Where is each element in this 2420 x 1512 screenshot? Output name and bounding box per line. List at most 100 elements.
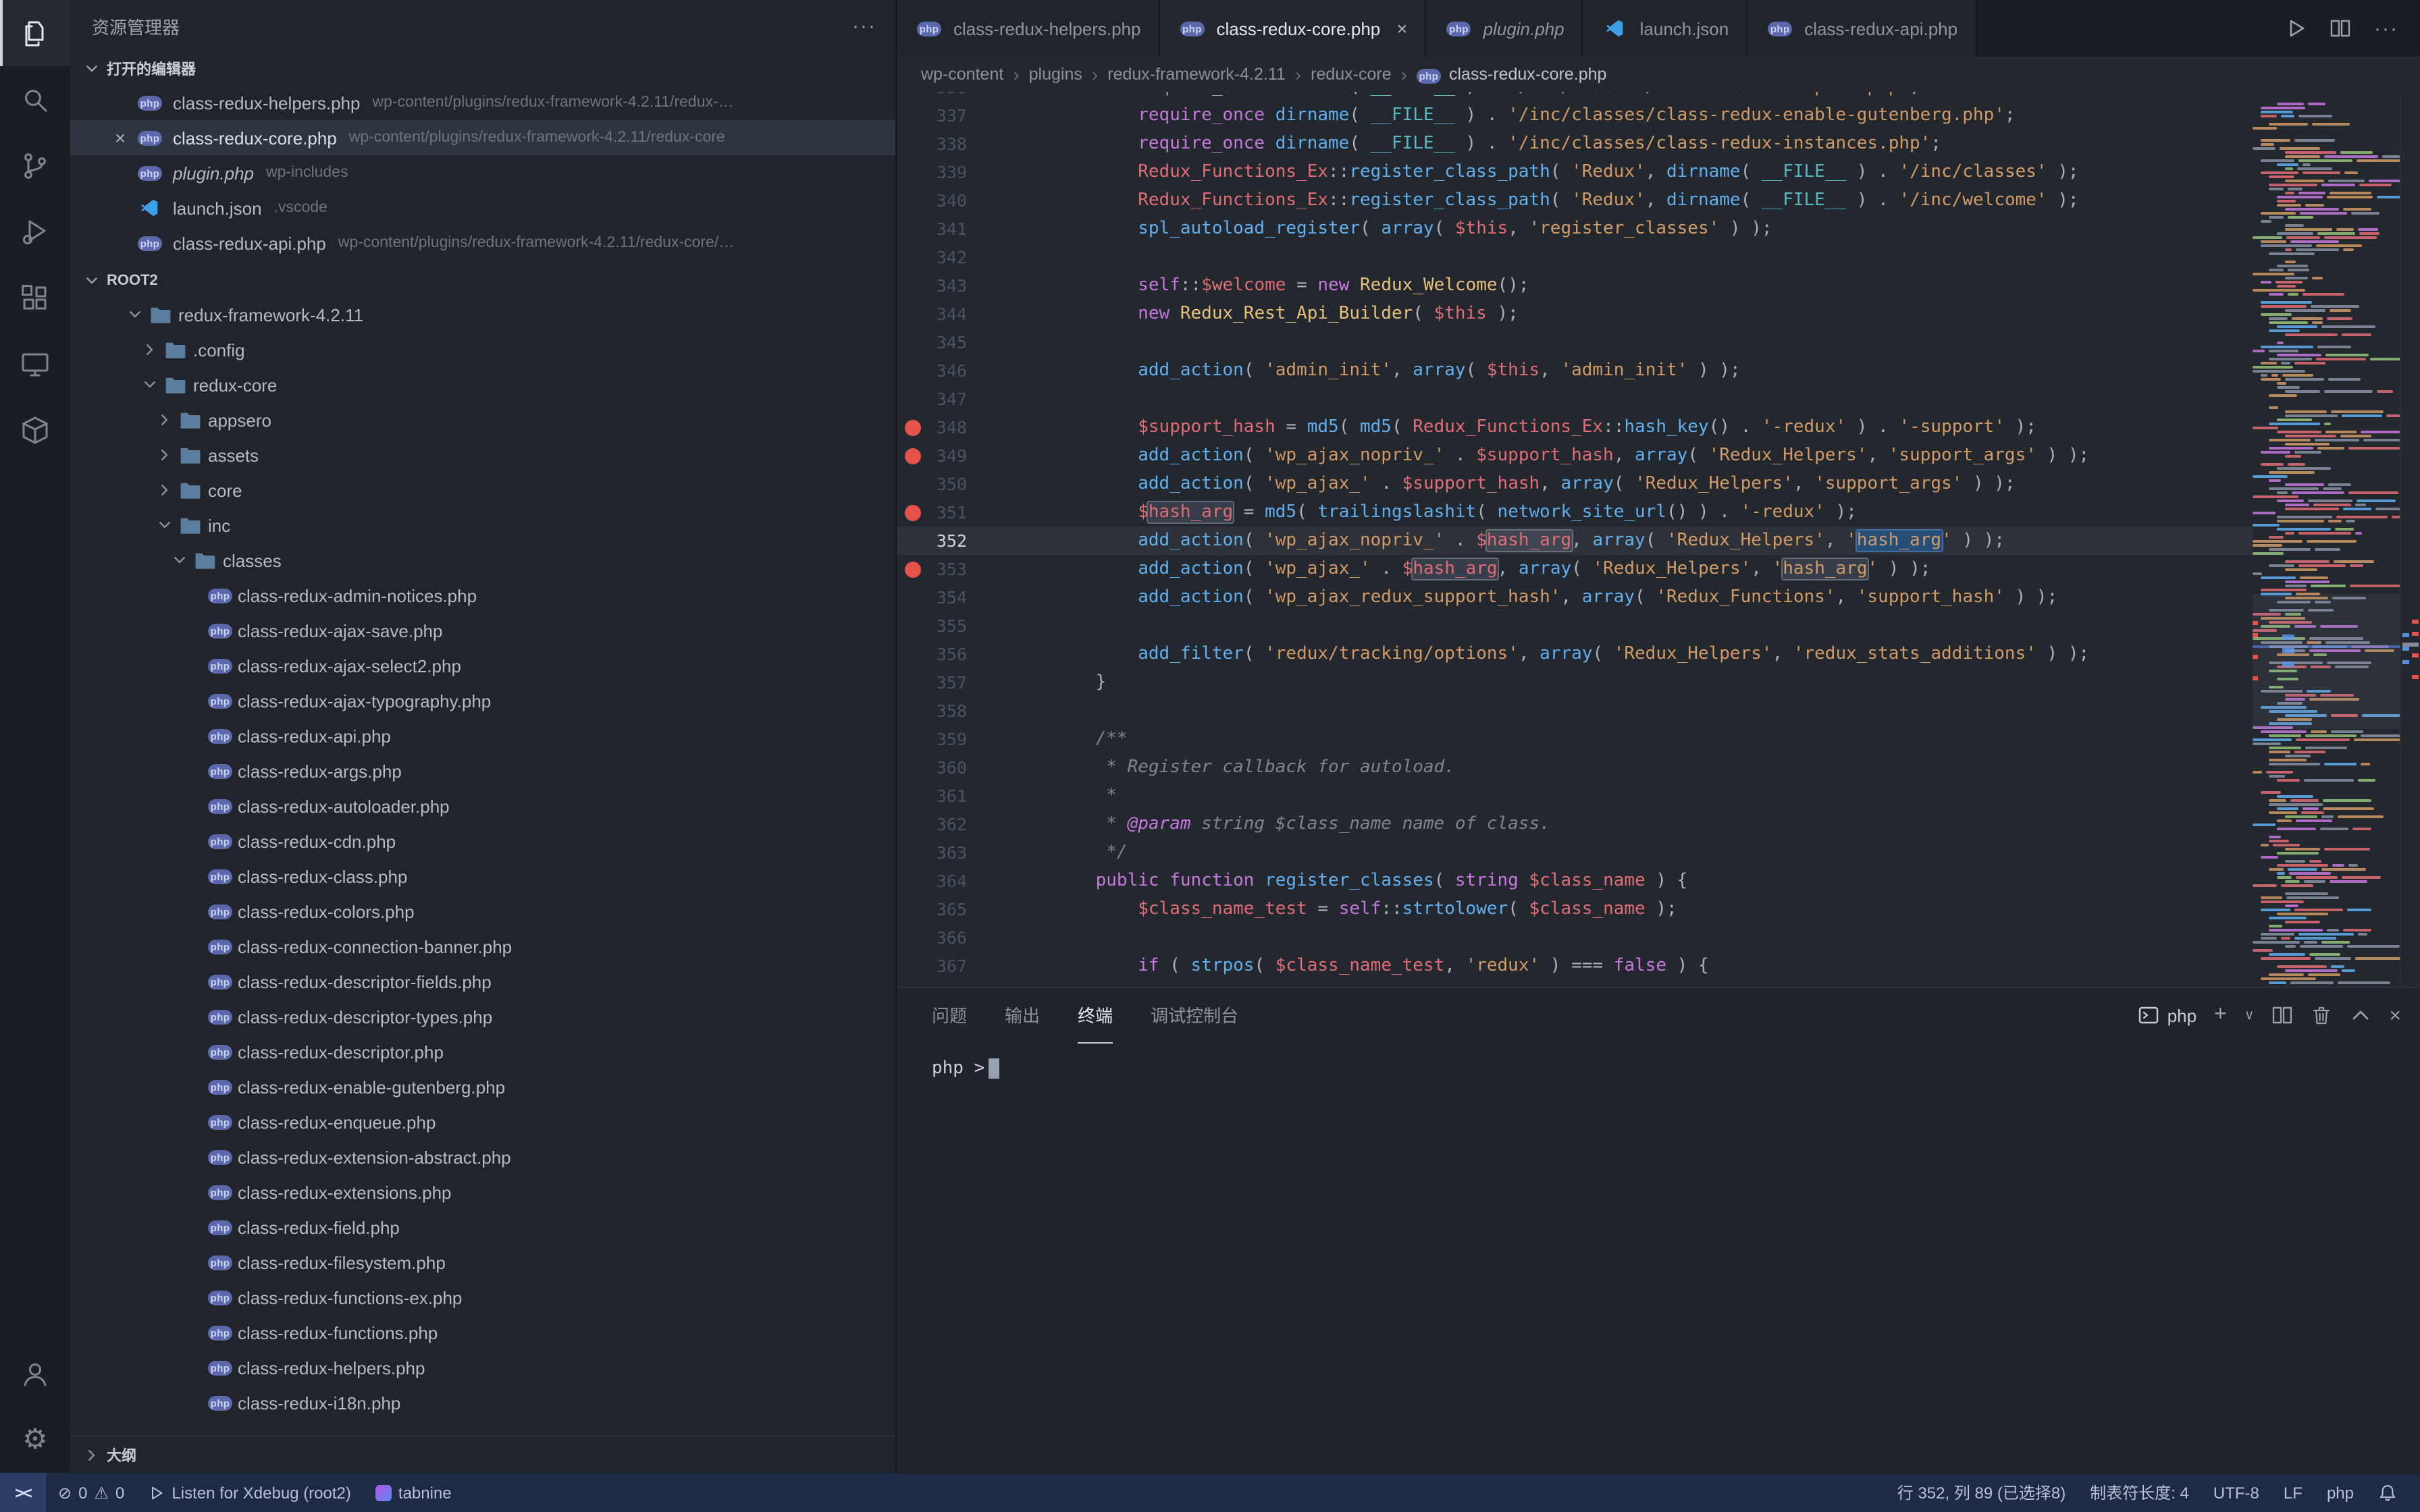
- tree-item-file[interactable]: phpclass-redux-extensions.php: [70, 1174, 895, 1210]
- breakpoint-gutter[interactable]: [897, 186, 929, 215]
- editor-tab[interactable]: phpplugin.php: [1427, 0, 1583, 57]
- root2-section-header[interactable]: ROOT2: [70, 263, 895, 297]
- breakpoint-gutter[interactable]: [897, 526, 929, 555]
- breakpoint-gutter[interactable]: [897, 243, 929, 271]
- eol-status[interactable]: LF: [2271, 1473, 2315, 1512]
- line-number[interactable]: 365: [929, 895, 967, 923]
- tree-item-file[interactable]: phpclass-redux-cdn.php: [70, 824, 895, 859]
- breakpoint-gutter[interactable]: [897, 952, 929, 980]
- code-line[interactable]: 361 *: [897, 782, 2253, 810]
- line-number[interactable]: 359: [929, 725, 967, 753]
- breakpoint-gutter[interactable]: [897, 782, 929, 810]
- tree-item-folder[interactable]: redux-framework-4.2.11: [70, 297, 895, 332]
- code-line[interactable]: 365 $class_name_test = self::strtolower(…: [897, 895, 2253, 923]
- breakpoint-gutter[interactable]: [897, 101, 929, 130]
- breakpoint-gutter[interactable]: [897, 130, 929, 158]
- tree-item-file[interactable]: phpclass-redux-ajax-typography.php: [70, 683, 895, 718]
- line-number[interactable]: 356: [929, 640, 967, 668]
- code-line[interactable]: 362 * @param string $class_name name of …: [897, 810, 2253, 838]
- tree-item-file[interactable]: phpclass-redux-descriptor.php: [70, 1034, 895, 1069]
- breakpoint-gutter[interactable]: [897, 668, 929, 697]
- breakpoint-gutter[interactable]: [897, 753, 929, 782]
- line-number[interactable]: 354: [929, 583, 967, 612]
- language-mode-status[interactable]: php: [2315, 1473, 2366, 1512]
- code-line[interactable]: 342: [897, 243, 2253, 271]
- breakpoint-gutter[interactable]: [897, 583, 929, 612]
- line-number[interactable]: 343: [929, 271, 967, 300]
- close-panel-icon[interactable]: ×: [2389, 1004, 2401, 1027]
- activity-bar-item[interactable]: ⚙: [0, 1407, 70, 1473]
- tree-item-file[interactable]: phpclass-redux-field.php: [70, 1210, 895, 1245]
- line-number[interactable]: 367: [929, 952, 967, 980]
- breadcrumb-file[interactable]: phpclass-redux-core.php: [1417, 65, 1606, 84]
- tree-item-file[interactable]: phpclass-redux-args.php: [70, 753, 895, 788]
- open-editor-item[interactable]: phpplugin.phpwp-includes: [70, 155, 895, 190]
- minimap-viewport[interactable]: [2253, 595, 2401, 730]
- kill-terminal-icon[interactable]: [2311, 1004, 2332, 1026]
- breadcrumb-item[interactable]: wp-content: [921, 65, 1003, 84]
- line-number[interactable]: 361: [929, 782, 967, 810]
- activity-bar-item[interactable]: [0, 66, 70, 132]
- line-number[interactable]: 347: [929, 385, 967, 413]
- panel-tab[interactable]: 问题: [932, 988, 967, 1043]
- tabnine-status[interactable]: tabnine: [363, 1473, 464, 1512]
- encoding-status[interactable]: UTF-8: [2201, 1473, 2271, 1512]
- tree-item-folder[interactable]: assets: [70, 437, 895, 473]
- line-number[interactable]: 336: [929, 92, 967, 101]
- breakpoint-gutter[interactable]: [897, 498, 929, 526]
- line-number[interactable]: 338: [929, 130, 967, 158]
- code-line[interactable]: 346 add_action( 'admin_init', array( $th…: [897, 356, 2253, 385]
- tree-item-file[interactable]: phpclass-redux-enable-gutenberg.php: [70, 1069, 895, 1104]
- line-number[interactable]: 358: [929, 697, 967, 725]
- tree-item-folder[interactable]: .config: [70, 332, 895, 367]
- code-line[interactable]: 350 add_action( 'wp_ajax_' . $support_ha…: [897, 470, 2253, 498]
- tree-item-file[interactable]: phpclass-redux-descriptor-fields.php: [70, 964, 895, 999]
- code-line[interactable]: 336 require_once dirname( __FILE__ ) . '…: [897, 92, 2253, 101]
- minimap[interactable]: [2253, 92, 2401, 987]
- breakpoint-gutter[interactable]: [897, 356, 929, 385]
- more-actions-icon[interactable]: ···: [2374, 17, 2398, 40]
- code-line[interactable]: 357 }: [897, 668, 2253, 697]
- code-line[interactable]: 339 Redux_Functions_Ex::register_class_p…: [897, 158, 2253, 186]
- open-editor-item[interactable]: phpclass-redux-helpers.phpwp-content/plu…: [70, 85, 895, 120]
- line-number[interactable]: 346: [929, 356, 967, 385]
- code-line[interactable]: 356 add_filter( 'redux/tracking/options'…: [897, 640, 2253, 668]
- line-number[interactable]: 351: [929, 498, 967, 526]
- tree-item-folder[interactable]: classes: [70, 543, 895, 578]
- code-line[interactable]: 347: [897, 385, 2253, 413]
- terminal[interactable]: php >: [897, 1042, 2420, 1474]
- activity-bar-item[interactable]: [0, 0, 70, 66]
- tree-item-file[interactable]: phpclass-redux-api.php: [70, 718, 895, 753]
- activity-bar-item[interactable]: [0, 265, 70, 331]
- tree-item-file[interactable]: phpclass-redux-autoloader.php: [70, 788, 895, 824]
- line-number[interactable]: 341: [929, 215, 967, 243]
- open-editor-item[interactable]: launch.json.vscode: [70, 190, 895, 225]
- code-line[interactable]: 351 $hash_arg = md5( trailingslashit( ne…: [897, 498, 2253, 526]
- activity-bar-item[interactable]: [0, 132, 70, 198]
- tree-item-file[interactable]: phpclass-redux-i18n.php: [70, 1385, 895, 1420]
- line-number[interactable]: 363: [929, 838, 967, 867]
- tree-item-file[interactable]: phpclass-redux-connection-banner.php: [70, 929, 895, 964]
- line-number[interactable]: 344: [929, 300, 967, 328]
- editor-tab[interactable]: phpclass-redux-api.php: [1747, 0, 1976, 57]
- breakpoint-gutter[interactable]: [897, 271, 929, 300]
- views-more-actions-icon[interactable]: ···: [852, 14, 876, 37]
- breakpoint-gutter[interactable]: [897, 923, 929, 952]
- code-line[interactable]: 343 self::$welcome = new Redux_Welcome()…: [897, 271, 2253, 300]
- line-number[interactable]: 349: [929, 441, 967, 470]
- line-number[interactable]: 350: [929, 470, 967, 498]
- breakpoint-gutter[interactable]: [897, 470, 929, 498]
- line-number[interactable]: 339: [929, 158, 967, 186]
- breakpoint-gutter[interactable]: [897, 328, 929, 356]
- code-line[interactable]: 344 new Redux_Rest_Api_Builder( $this );: [897, 300, 2253, 328]
- breakpoint-gutter[interactable]: [897, 697, 929, 725]
- breakpoint-gutter[interactable]: [897, 838, 929, 867]
- split-terminal-icon[interactable]: [2271, 1004, 2293, 1026]
- line-number[interactable]: 352: [929, 526, 967, 555]
- editor-tab[interactable]: launch.json: [1583, 0, 1748, 57]
- breakpoint-gutter[interactable]: [897, 810, 929, 838]
- line-number[interactable]: 364: [929, 867, 967, 895]
- line-number[interactable]: 342: [929, 243, 967, 271]
- code-line[interactable]: 338 require_once dirname( __FILE__ ) . '…: [897, 130, 2253, 158]
- tree-item-file[interactable]: phpclass-redux-enqueue.php: [70, 1104, 895, 1139]
